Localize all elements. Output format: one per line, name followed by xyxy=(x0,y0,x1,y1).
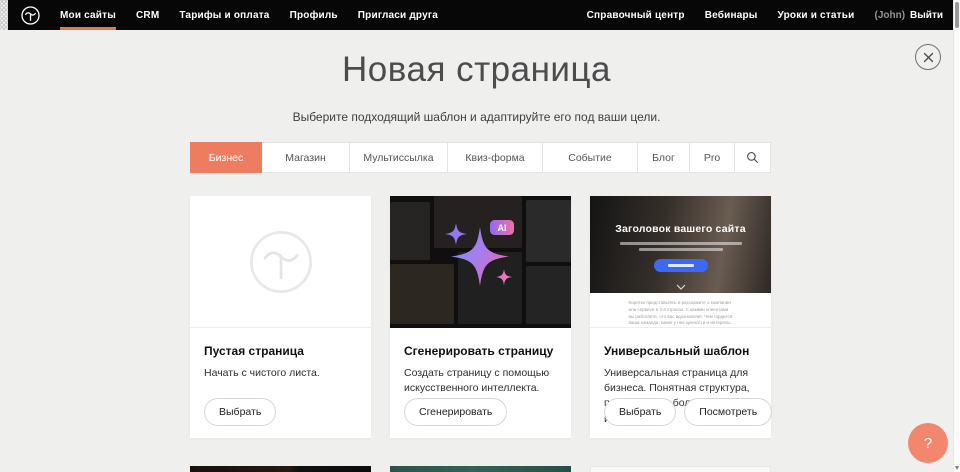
nav-item-tariffs[interactable]: Тарифы и оплата xyxy=(169,0,279,30)
card-description: Начать с чистого листа. xyxy=(204,366,357,381)
scrollbar-thumb[interactable] xyxy=(955,2,959,28)
scrollbar-down-arrow[interactable] xyxy=(955,466,959,470)
select-blank-button[interactable]: Выбрать xyxy=(204,398,276,426)
tab-search[interactable] xyxy=(735,142,771,173)
logout-link[interactable]: Выйти xyxy=(908,10,945,21)
card-ai-generate: AI Сгенерировать страницу Создать страни… xyxy=(390,196,571,438)
card-title: Сгенерировать страницу xyxy=(404,344,557,358)
generate-button[interactable]: Сгенерировать xyxy=(404,398,507,426)
template-body-section: Коротко представьтесь и расскажите о ком… xyxy=(590,293,771,328)
card-info: Пустая страница Начать с чистого листа. … xyxy=(190,328,371,438)
card-actions: Сгенерировать xyxy=(404,398,507,426)
nav-item-lessons[interactable]: Уроки и статьи xyxy=(768,0,865,30)
tab-quiz-form[interactable]: Квиз-форма xyxy=(448,142,543,173)
page-subtitle: Выберите подходящий шаблон и адаптируйте… xyxy=(0,110,953,124)
tab-blog[interactable]: Блог xyxy=(638,142,690,173)
preview-universal-button[interactable]: Посмотреть xyxy=(684,398,772,426)
nav-item-profile[interactable]: Профиль xyxy=(280,0,348,30)
chevron-down-icon xyxy=(676,284,686,290)
template-hero-button-label-bar xyxy=(668,264,694,267)
partial-card[interactable] xyxy=(390,466,571,472)
page-title: Новая страница xyxy=(0,50,953,90)
ai-badge-label: AI xyxy=(498,223,507,233)
tilda-logo-icon[interactable] xyxy=(21,6,40,25)
nav-right-group: Справочный центр Вебинары Уроки и статьи… xyxy=(577,0,945,30)
template-hero-button xyxy=(654,259,708,272)
tab-shop[interactable]: Магазин xyxy=(262,142,350,173)
card-actions: Выбрать xyxy=(204,398,276,426)
tab-event[interactable]: Событие xyxy=(543,142,638,173)
top-navigation: Мои сайты CRM Тарифы и оплата Профиль Пр… xyxy=(8,0,953,30)
template-cards-row: Пустая страница Начать с чистого листа. … xyxy=(190,196,771,438)
select-universal-button[interactable]: Выбрать xyxy=(604,398,676,426)
card-info: Универсальный шаблон Универсальная стран… xyxy=(590,328,771,438)
nav-item-my-sites[interactable]: Мои сайты xyxy=(50,0,126,30)
tab-multilink[interactable]: Мультиссылка xyxy=(350,142,448,173)
card-title: Универсальный шаблон xyxy=(604,344,757,358)
template-hero-heading: Заголовок вашего сайта xyxy=(590,196,771,235)
template-hero-subtext-line xyxy=(620,242,742,245)
nav-item-crm[interactable]: CRM xyxy=(126,0,169,30)
ai-generate-preview[interactable]: AI xyxy=(390,196,571,328)
scrollbar[interactable] xyxy=(953,0,960,472)
template-body-text: Коротко представьтесь и расскажите о ком… xyxy=(629,300,733,327)
universal-template-preview[interactable]: Заголовок вашего сайта Коротко представь… xyxy=(590,196,771,328)
partial-card[interactable] xyxy=(590,466,771,472)
card-actions: Выбрать Посмотреть xyxy=(604,398,772,426)
help-button[interactable]: ? xyxy=(908,423,948,463)
card-description: Создать страницу с помощью искусственног… xyxy=(404,366,557,396)
new-page-modal: Мои сайты CRM Тарифы и оплата Профиль Пр… xyxy=(0,0,960,472)
card-universal-template: Заголовок вашего сайта Коротко представь… xyxy=(590,196,771,438)
tab-pro[interactable]: Pro xyxy=(690,142,735,173)
close-button[interactable] xyxy=(915,44,941,70)
partial-card[interactable] xyxy=(190,466,371,472)
close-icon xyxy=(923,52,934,63)
nav-item-invite-friend[interactable]: Пригласи друга xyxy=(348,0,448,30)
nav-item-webinars[interactable]: Вебинары xyxy=(695,0,768,30)
ai-sparkle-icon: AI xyxy=(442,218,518,290)
card-blank-page: Пустая страница Начать с чистого листа. … xyxy=(190,196,371,438)
tilda-watermark-icon xyxy=(249,230,313,294)
background-texture xyxy=(0,0,8,30)
card-info: Сгенерировать страницу Создать страницу … xyxy=(390,328,571,438)
template-hero-subtext-line xyxy=(639,248,723,251)
nav-item-help-center[interactable]: Справочный центр xyxy=(577,0,695,30)
tab-business[interactable]: Бизнес xyxy=(190,142,262,173)
card-title: Пустая страница xyxy=(204,344,357,358)
search-icon xyxy=(746,151,759,164)
user-name: (John) xyxy=(864,10,908,21)
template-hero: Заголовок вашего сайта xyxy=(590,196,771,293)
blank-page-preview[interactable] xyxy=(190,196,371,328)
template-category-tabs: Бизнес Магазин Мультиссылка Квиз-форма С… xyxy=(190,142,771,173)
